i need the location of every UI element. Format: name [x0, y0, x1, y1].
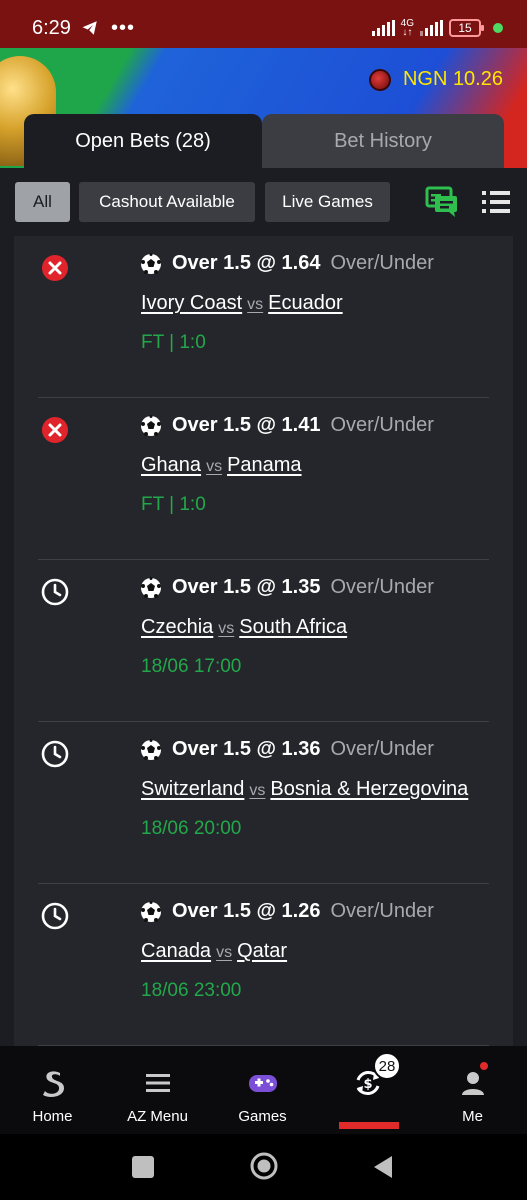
notification-dot — [480, 1062, 488, 1070]
nav-home[interactable]: Home — [0, 1046, 105, 1134]
away-team: Ecuador — [268, 292, 343, 314]
open-bets-list: Over 1.5 @ 1.64 Over/Under Ivory Coast vs… — [14, 236, 513, 1046]
filter-all-button[interactable]: All — [15, 182, 70, 222]
vs-label: vs — [247, 296, 264, 313]
bet-pick: Over 1.5 @ 1.41 — [172, 414, 321, 436]
menu-icon — [145, 1074, 170, 1092]
vs-label: vs — [216, 944, 233, 961]
bet-market: Over/Under — [330, 252, 434, 274]
bet-match[interactable]: Switzerland vs Bosnia & Herzegovina — [141, 778, 468, 801]
coin-icon — [368, 68, 391, 91]
bet-info: FT | 1:0 — [141, 332, 206, 353]
bet-item[interactable]: Over 1.5 @ 1.36 Over/Under Switzerland vs… — [14, 722, 513, 884]
soccer-ball-icon — [141, 738, 161, 760]
balance[interactable]: NGN 10.26 — [368, 68, 503, 91]
status-time: 6:29 — [32, 16, 71, 39]
nav-open-bets[interactable]: $ 28 — [315, 1046, 420, 1134]
soccer-ball-icon — [141, 414, 161, 436]
bet-info: 18/06 17:00 — [141, 656, 242, 677]
back-icon[interactable] — [372, 1154, 394, 1180]
bet-item[interactable]: Over 1.5 @ 1.64 Over/Under Ivory Coast vs… — [14, 236, 513, 398]
bet-pick: Over 1.5 @ 1.64 — [172, 252, 321, 274]
user-icon — [461, 1072, 484, 1095]
bet-item[interactable]: Over 1.5 @ 1.35 Over/Under Czechia vs Sout… — [14, 560, 513, 722]
home-team: Switzerland — [141, 778, 245, 800]
vs-label: vs — [218, 620, 235, 637]
clock-icon — [41, 578, 69, 606]
bet-info: 18/06 20:00 — [141, 818, 242, 839]
filter-cashout-button[interactable]: Cashout Available — [79, 182, 255, 222]
privacy-indicator-dot — [493, 23, 503, 33]
bet-market: Over/Under — [330, 576, 434, 598]
soccer-ball-icon — [141, 252, 161, 274]
bet-pick: Over 1.5 @ 1.35 — [172, 576, 321, 598]
battery-icon: 15 — [449, 19, 484, 37]
vs-label: vs — [249, 782, 266, 799]
bet-info: 18/06 23:00 — [141, 980, 242, 1001]
bet-match[interactable]: Ghana vs Panama — [141, 454, 302, 477]
bet-match[interactable]: Canada vs Qatar — [141, 940, 287, 963]
lost-icon — [42, 255, 68, 281]
vs-label: vs — [206, 458, 223, 475]
home-circle-icon[interactable] — [250, 1152, 278, 1180]
away-team: South Africa — [239, 616, 348, 638]
soccer-ball-icon — [141, 900, 161, 922]
nav-me[interactable]: Me — [420, 1046, 525, 1134]
signal-icon — [371, 20, 395, 36]
soccer-ball-icon — [141, 576, 161, 598]
bet-pick: Over 1.5 @ 1.26 — [172, 900, 321, 922]
balance-amount: NGN 10.26 — [402, 68, 503, 90]
bet-match[interactable]: Ivory Coast vs Ecuador — [141, 292, 343, 315]
bet-item[interactable]: Over 1.5 @ 1.26 Over/Under Canada vs Qatar… — [14, 884, 513, 1046]
bet-pick: Over 1.5 @ 1.36 — [172, 738, 321, 760]
battery-level: 15 — [458, 21, 472, 35]
signal-2-icon — [420, 20, 443, 36]
away-team: Qatar — [237, 940, 288, 962]
recent-apps-icon[interactable] — [132, 1156, 154, 1178]
gamepad-icon — [248, 1075, 277, 1092]
sporty-logo-icon — [42, 1071, 64, 1097]
bet-match[interactable]: Czechia vs South Africa — [141, 616, 347, 639]
home-team: Ivory Coast — [141, 292, 243, 314]
bottom-nav: Home AZ Menu Games $ 28 Me — [0, 1046, 527, 1134]
bet-info: FT | 1:0 — [141, 494, 206, 515]
telegram-icon — [82, 21, 97, 35]
home-team: Canada — [141, 940, 212, 962]
clock-icon — [41, 740, 69, 768]
bet-market: Over/Under — [330, 738, 434, 760]
home-team: Ghana — [141, 454, 202, 476]
nav-az-menu[interactable]: AZ Menu — [105, 1046, 210, 1134]
list-view-icon[interactable] — [482, 188, 510, 216]
home-team: Czechia — [141, 616, 214, 638]
nav-games-label: Games — [238, 1108, 287, 1125]
chat-icon[interactable] — [425, 186, 459, 218]
bet-tabs: Open Bets (28) Bet History — [24, 114, 504, 168]
bet-market: Over/Under — [330, 414, 434, 436]
bet-market: Over/Under — [330, 900, 434, 922]
lost-icon — [42, 417, 68, 443]
away-team: Panama — [227, 454, 302, 476]
nav-home-label: Home — [32, 1108, 73, 1125]
more-notifications-icon: ••• — [110, 16, 135, 39]
tab-bet-history[interactable]: Bet History — [262, 114, 504, 168]
system-nav-bar — [0, 1134, 527, 1200]
filter-live-games-button[interactable]: Live Games — [265, 182, 390, 222]
open-bets-badge: 28 — [373, 1052, 401, 1080]
nav-games[interactable]: Games — [210, 1046, 315, 1134]
active-tab-indicator — [339, 1122, 399, 1129]
svg-text:$: $ — [363, 1077, 372, 1092]
nav-me-label: Me — [462, 1108, 483, 1125]
network-type: 4G ↓↑ — [400, 18, 414, 38]
tab-open-bets[interactable]: Open Bets (28) — [24, 114, 262, 168]
nav-az-menu-label: AZ Menu — [127, 1108, 188, 1125]
bet-item[interactable]: Over 1.5 @ 1.41 Over/Under Ghana vs Panama… — [14, 398, 513, 560]
clock-icon — [41, 902, 69, 930]
away-team: Bosnia & Herzegovina — [270, 778, 469, 800]
